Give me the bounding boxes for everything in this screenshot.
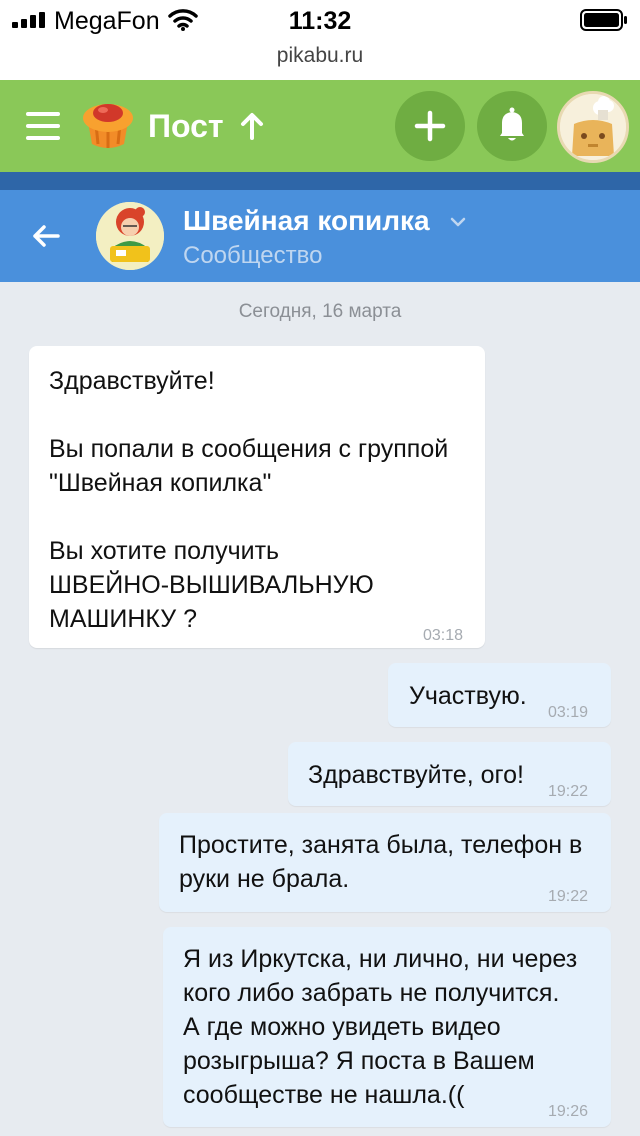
page-title: Пост: [148, 108, 224, 144]
message-line: "Швейная копилка": [49, 469, 272, 497]
message-time: 19:22: [548, 888, 589, 905]
message-bubble-outgoing: Простите, занята была, телефон в руки не…: [159, 813, 611, 912]
url-text: pikabu.ru: [276, 44, 364, 67]
header-divider: [0, 172, 640, 190]
site-header: Пост: [0, 80, 640, 172]
message-text: Я из Иркутска, ни лично, ни через кого л…: [183, 942, 577, 1112]
user-avatar-image: [560, 94, 626, 160]
add-post-button[interactable]: [395, 91, 465, 161]
message-text: Простите, занята была, телефон в руки не…: [179, 828, 582, 896]
chevron-down-icon[interactable]: [449, 215, 467, 229]
date-divider: Сегодня, 16 марта: [238, 301, 402, 322]
message-line: Я из Иркутска, ни лично, ни через: [183, 945, 578, 973]
message-time: 03:19: [548, 704, 589, 721]
message-time: 19:22: [548, 783, 589, 800]
message-text: Участвую.: [409, 679, 527, 713]
message-line: [49, 398, 448, 432]
community-avatar-image: [96, 202, 164, 270]
notifications-button[interactable]: [477, 91, 547, 161]
community-name[interactable]: Швейная копилка: [183, 205, 430, 237]
clock: 11:32: [288, 7, 352, 35]
message-line: ШВЕЙНО-ВЫШИВАЛЬНУЮ: [49, 571, 374, 599]
message-time: 03:18: [423, 627, 464, 644]
bell-icon: [500, 107, 524, 141]
battery-icon: [580, 9, 627, 31]
community-avatar[interactable]: [96, 202, 164, 270]
chat-header: Швейная копилка Сообщество: [0, 190, 640, 282]
community-subtitle: Сообщество: [183, 242, 323, 269]
message-line: МАШИНКУ ?: [49, 605, 198, 633]
arrow-up-icon[interactable]: [240, 112, 264, 140]
message-bubble-incoming: Здравствуйте! Вы попали в сообщения с гр…: [29, 346, 485, 648]
message-line: сообществе не нашла.((: [183, 1081, 465, 1109]
message-line: Участвую.: [409, 682, 527, 710]
message-line: Простите, занята была, телефон в: [179, 831, 583, 859]
message-line: Здравствуйте, ого!: [308, 761, 524, 789]
message-text: Здравствуйте, ого!: [308, 758, 524, 792]
plus-icon: [414, 110, 446, 142]
message-line: руки не брала.: [179, 865, 350, 893]
message-line: [49, 500, 448, 534]
pikabu-logo-icon[interactable]: [78, 96, 138, 154]
back-arrow-icon[interactable]: [30, 220, 62, 252]
message-line: Вы попали в сообщения с группой: [49, 435, 449, 463]
user-avatar[interactable]: [557, 91, 629, 163]
message-bubble-outgoing: Участвую. 03:19: [388, 663, 611, 727]
message-line: розыгрыша? Я поста в Вашем: [183, 1047, 535, 1075]
menu-icon[interactable]: [26, 112, 62, 140]
message-line: Здравствуйте!: [49, 367, 215, 395]
message-text: Здравствуйте! Вы попали в сообщения с гр…: [49, 364, 448, 636]
message-bubble-outgoing: Я из Иркутска, ни лично, ни через кого л…: [163, 927, 611, 1127]
message-line: кого либо забрать не получится.: [183, 979, 560, 1007]
message-line: Вы хотите получить: [49, 537, 280, 565]
browser-url-bar[interactable]: pikabu.ru: [0, 40, 640, 80]
message-line: А где можно увидеть видео: [183, 1013, 501, 1041]
message-bubble-outgoing: Здравствуйте, ого! 19:22: [288, 742, 611, 806]
message-time: 19:26: [548, 1103, 589, 1120]
status-bar: MegaFon 11:32: [0, 0, 640, 40]
